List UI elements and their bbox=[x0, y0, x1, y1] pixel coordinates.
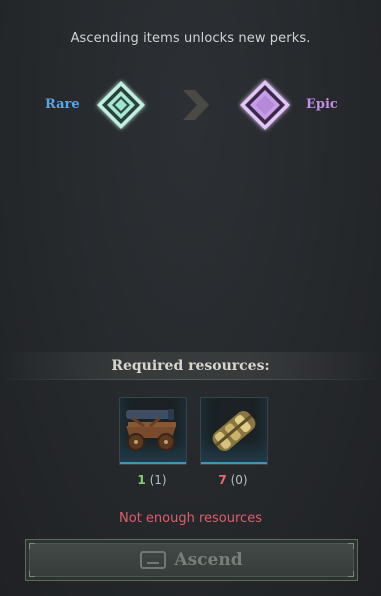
gold-ore-bundle-icon bbox=[212, 411, 256, 451]
rare-diamond-icon bbox=[97, 81, 145, 129]
requirements-title: Required resources: bbox=[111, 358, 270, 374]
resource-owned: (1) bbox=[149, 473, 167, 487]
chevron-right-icon bbox=[183, 90, 209, 120]
rarity-from-label: Rare bbox=[45, 97, 80, 112]
resource-needed: 7 bbox=[218, 473, 227, 487]
rarity-to-label: Epic bbox=[306, 97, 338, 112]
resource-count-siege-cart: 1 (1) bbox=[118, 473, 186, 487]
resource-slot-gold-ore[interactable] bbox=[200, 397, 268, 465]
resource-count-gold-ore: 7 (0) bbox=[199, 473, 267, 487]
epic-diamond-icon bbox=[240, 80, 290, 130]
header-text: Ascending items unlocks new perks. bbox=[70, 31, 311, 46]
resource-slot-siege-cart[interactable] bbox=[119, 397, 187, 465]
insufficient-resources-warning: Not enough resources bbox=[119, 511, 262, 526]
resource-owned: (0) bbox=[230, 473, 248, 487]
siege-cart-icon bbox=[126, 409, 176, 451]
spacebar-key-icon bbox=[140, 551, 167, 569]
resource-needed: 1 bbox=[137, 473, 146, 487]
requirements-divider bbox=[0, 379, 381, 380]
ascend-button-label: Ascend bbox=[174, 550, 243, 570]
ascend-button[interactable]: Ascend bbox=[25, 539, 358, 581]
